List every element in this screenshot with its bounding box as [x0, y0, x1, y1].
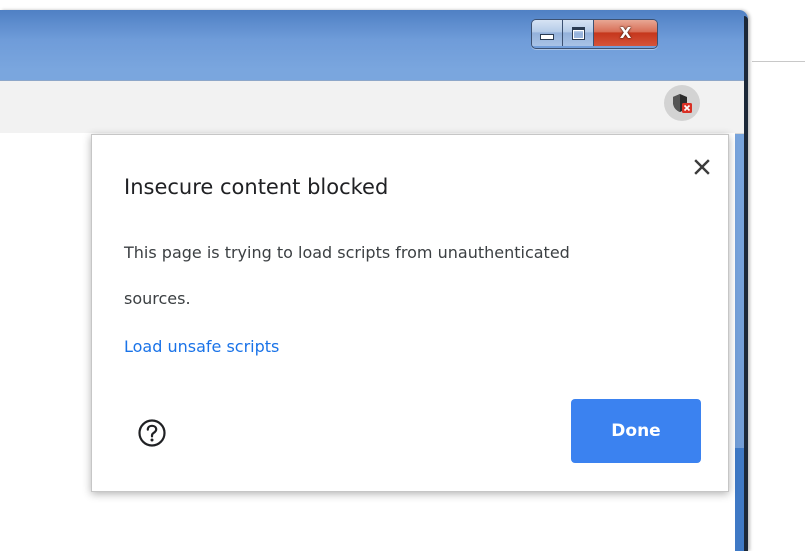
window-caption-buttons: X [531, 19, 658, 49]
background-divider [752, 61, 805, 62]
maximize-button[interactable] [563, 20, 594, 46]
shield-blocked-icon [673, 94, 692, 113]
insecure-content-popup: Insecure content blocked This page is tr… [91, 134, 729, 492]
help-button[interactable] [137, 418, 167, 448]
popup-message: This page is trying to load scripts from… [124, 243, 570, 308]
minimize-icon [540, 34, 554, 40]
load-unsafe-scripts-link[interactable]: Load unsafe scripts [124, 337, 279, 356]
popup-title: Insecure content blocked [124, 175, 389, 199]
popup-close-button[interactable] [690, 155, 714, 179]
scrollbar[interactable] [735, 448, 744, 551]
done-button[interactable]: Done [571, 399, 701, 463]
minimize-button[interactable] [532, 20, 563, 46]
site-security-button[interactable] [664, 85, 700, 121]
help-icon [138, 419, 166, 447]
close-icon [694, 159, 710, 175]
window-close-label: X [619, 24, 632, 42]
maximize-icon [571, 26, 585, 40]
browser-toolbar [0, 80, 744, 134]
window-close-button[interactable]: X [594, 20, 657, 46]
